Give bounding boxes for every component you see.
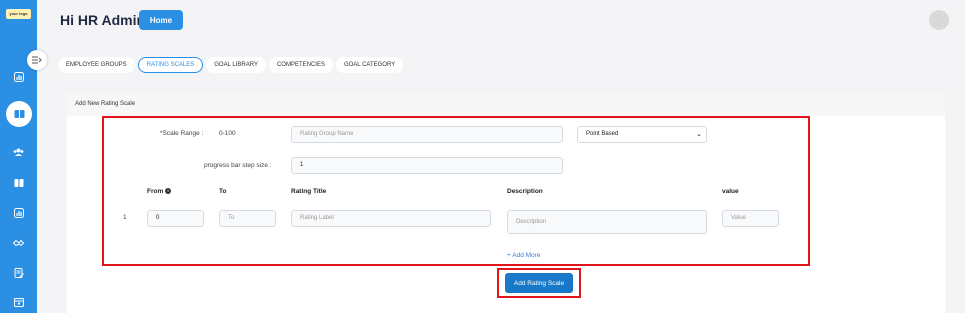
- column-description: Description: [507, 188, 543, 195]
- avatar[interactable]: [929, 10, 949, 30]
- book-open-icon[interactable]: [12, 176, 25, 189]
- value-input[interactable]: Value: [722, 210, 779, 227]
- tab-bar: EMPLOYEE GROUPS RATING SCALES GOAL LIBRA…: [58, 57, 404, 73]
- description-input[interactable]: Description: [507, 210, 707, 234]
- rating-type-select[interactable]: Point Based ⌄: [577, 126, 707, 143]
- handshake-icon[interactable]: [12, 236, 25, 249]
- column-rating-title: Rating Title: [291, 188, 327, 195]
- chevron-down-icon: ⌄: [696, 131, 702, 138]
- add-more-link[interactable]: + Add More: [507, 252, 540, 259]
- rating-label-input[interactable]: Rating Label: [291, 210, 491, 227]
- scale-range-value: 0-100: [219, 130, 236, 137]
- section-title: Add New Rating Scale: [67, 93, 945, 116]
- column-from: From i: [147, 188, 172, 195]
- rating-type-value: Point Based: [586, 131, 619, 137]
- sidebar: your logo: [0, 0, 37, 313]
- rating-group-name-input[interactable]: Rating Group Name: [291, 126, 563, 143]
- to-input[interactable]: To: [219, 210, 276, 227]
- book-icon[interactable]: [6, 101, 32, 127]
- collapse-icon: [32, 56, 42, 64]
- column-from-label: From: [147, 188, 164, 195]
- info-icon[interactable]: i: [165, 188, 172, 195]
- chart-icon[interactable]: [12, 70, 25, 83]
- tab-goal-library[interactable]: GOAL LIBRARY: [206, 57, 266, 73]
- scale-range-label: *Scale Range :: [160, 130, 204, 137]
- page-greeting: Hi HR Admin: [60, 12, 146, 28]
- column-value: value: [722, 188, 739, 195]
- calendar-icon[interactable]: [12, 295, 25, 308]
- column-to: To: [219, 188, 227, 195]
- tab-goal-category[interactable]: GOAL CATEGORY: [335, 57, 404, 73]
- tab-rating-scales[interactable]: RATING SCALES: [137, 57, 204, 73]
- tab-competencies[interactable]: COMPETENCIES: [268, 57, 333, 73]
- step-size-label: progress bar step size :: [204, 162, 272, 169]
- home-button[interactable]: Home: [139, 10, 183, 30]
- from-input[interactable]: 0: [147, 210, 204, 227]
- step-size-input[interactable]: 1: [291, 157, 563, 174]
- sidebar-toggle-button[interactable]: [27, 50, 47, 70]
- edit-doc-icon[interactable]: [12, 266, 25, 279]
- logo: your logo: [6, 9, 31, 19]
- team-icon[interactable]: [12, 146, 25, 159]
- report-icon[interactable]: [12, 206, 25, 219]
- tab-employee-groups[interactable]: EMPLOYEE GROUPS: [58, 57, 135, 73]
- add-rating-scale-button[interactable]: Add Rating Scale: [505, 273, 573, 293]
- row-index: 1: [123, 214, 127, 221]
